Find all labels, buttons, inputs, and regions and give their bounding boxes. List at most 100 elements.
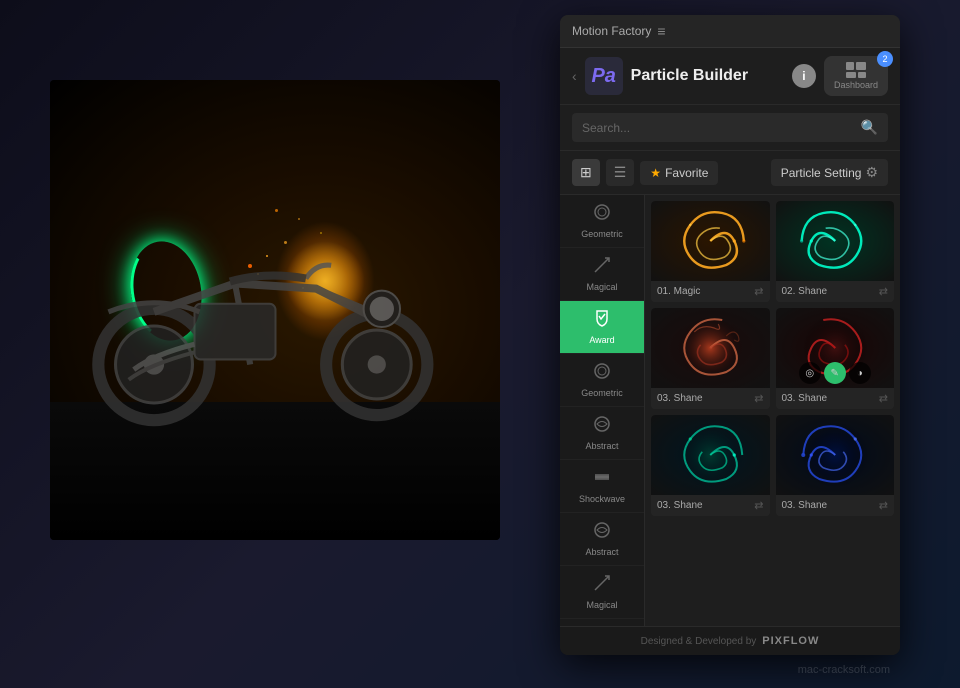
grid-item-01[interactable]: 01. Magic ⇄ bbox=[651, 201, 770, 302]
transfer-icon-03b: ⇄ bbox=[879, 392, 888, 405]
grid-label-03d: 03. Shane bbox=[782, 500, 828, 511]
sidebar-item-geometric-3[interactable]: Geometric bbox=[560, 619, 644, 626]
sidebar-label-geometric-1: Geometric bbox=[581, 229, 623, 239]
sidebar-item-award[interactable]: Award bbox=[560, 301, 644, 354]
thumb-ctrl-brush[interactable]: ✎ bbox=[824, 362, 846, 384]
grid-footer-01: 01. Magic ⇄ bbox=[651, 281, 770, 302]
footer-brand: PIXFLOW bbox=[762, 635, 819, 647]
transfer-icon-03d: ⇄ bbox=[879, 499, 888, 512]
list-icon: ☰ bbox=[614, 164, 627, 181]
particle-grid: 01. Magic ⇄ bbox=[645, 195, 900, 626]
footer-designed-text: Designed & Developed by bbox=[641, 636, 757, 647]
panel-title: Particle Builder bbox=[631, 67, 784, 85]
award-icon bbox=[593, 309, 611, 332]
favorite-button[interactable]: ★ Favorite bbox=[640, 161, 718, 185]
thumb-ctrl-target[interactable]: ◎ bbox=[799, 362, 821, 384]
geometric-icon-1 bbox=[593, 203, 611, 226]
particle-setting-label: Particle Setting bbox=[781, 166, 862, 180]
geometric-icon-2 bbox=[593, 362, 611, 385]
panel-footer: Designed & Developed by PIXFLOW bbox=[560, 626, 900, 655]
category-sidebar: Geometric Magical Award Ge bbox=[560, 195, 645, 626]
grid-footer-03c: 03. Shane ⇄ bbox=[651, 495, 770, 516]
panel-nav: ‹ Pa Particle Builder i 2 Dashboard bbox=[560, 48, 900, 105]
spiral-svg-03a bbox=[651, 308, 770, 388]
sidebar-label-shockwave-1: Shockwave bbox=[579, 494, 625, 504]
thumb-ctrl-dark[interactable]: ◑ bbox=[849, 362, 871, 384]
search-row: Search... 🔍 bbox=[560, 105, 900, 151]
menu-icon[interactable]: ≡ bbox=[657, 23, 665, 39]
magical-icon-2 bbox=[593, 574, 611, 597]
brand-text: Motion Factory bbox=[572, 24, 651, 38]
list-view-button[interactable]: ☰ bbox=[606, 159, 635, 186]
grid-footer-03b: 03. Shane ⇄ bbox=[776, 388, 895, 409]
search-box[interactable]: Search... 🔍 bbox=[572, 113, 888, 142]
spiral-svg-03c bbox=[651, 415, 770, 495]
particle-setting-button[interactable]: Particle Setting ⚙ bbox=[771, 159, 888, 186]
shockwave-icon-1 bbox=[593, 468, 611, 491]
grid-footer-03d: 03. Shane ⇄ bbox=[776, 495, 895, 516]
dashboard-button[interactable]: 2 Dashboard bbox=[824, 56, 888, 96]
sidebar-label-abstract-1: Abstract bbox=[585, 441, 618, 451]
grid-footer-03a: 03. Shane ⇄ bbox=[651, 388, 770, 409]
abstract-icon-1 bbox=[593, 415, 611, 438]
sidebar-label-geometric-2: Geometric bbox=[581, 388, 623, 398]
magical-icon-1 bbox=[593, 256, 611, 279]
grid-view-button[interactable]: ⊞ bbox=[572, 159, 600, 186]
spiral-svg-01 bbox=[651, 201, 770, 281]
search-icon: 🔍 bbox=[861, 119, 878, 136]
thumb-controls: ◎ ✎ ◑ bbox=[799, 362, 871, 384]
grid-label-03c: 03. Shane bbox=[657, 500, 703, 511]
sidebar-item-abstract-1[interactable]: Abstract bbox=[560, 407, 644, 460]
wrench-icon: ⚙ bbox=[865, 164, 878, 181]
favorite-label: Favorite bbox=[665, 166, 708, 180]
info-button[interactable]: i bbox=[792, 64, 816, 88]
sidebar-item-geometric-2[interactable]: Geometric bbox=[560, 354, 644, 407]
thumb-03a bbox=[651, 308, 770, 388]
star-icon: ★ bbox=[650, 166, 661, 180]
sidebar-item-geometric-1[interactable]: Geometric bbox=[560, 195, 644, 248]
sidebar-item-shockwave-1[interactable]: Shockwave bbox=[560, 460, 644, 513]
grid-item-03a[interactable]: 03. Shane ⇄ bbox=[651, 308, 770, 409]
grid-footer-02: 02. Shane ⇄ bbox=[776, 281, 895, 302]
abstract-icon-2 bbox=[593, 521, 611, 544]
sidebar-item-magical-2[interactable]: Magical bbox=[560, 566, 644, 619]
grid-item-03b[interactable]: ◎ ✎ ◑ 03. Shane ⇄ bbox=[776, 308, 895, 409]
sidebar-label-magical-2: Magical bbox=[586, 600, 617, 610]
moto-svg bbox=[73, 209, 478, 439]
search-placeholder[interactable]: Search... bbox=[582, 121, 855, 135]
sidebar-item-abstract-2[interactable]: Abstract bbox=[560, 513, 644, 566]
sidebar-label-magical-1: Magical bbox=[586, 282, 617, 292]
thumb-03b: ◎ ✎ ◑ bbox=[776, 308, 895, 388]
grid-label-01: 01. Magic bbox=[657, 286, 700, 297]
view-filter-row: ⊞ ☰ ★ Favorite Particle Setting ⚙ bbox=[560, 151, 900, 195]
transfer-icon-02: ⇄ bbox=[879, 285, 888, 298]
grid-container: 01. Magic ⇄ bbox=[651, 201, 894, 516]
grid-item-03c[interactable]: 03. Shane ⇄ bbox=[651, 415, 770, 516]
grid-label-03a: 03. Shane bbox=[657, 393, 703, 404]
sidebar-label-award: Award bbox=[589, 335, 614, 345]
transfer-icon-03a: ⇄ bbox=[754, 392, 763, 405]
pa-logo: Pa bbox=[585, 57, 623, 95]
grid-label-02: 02. Shane bbox=[782, 286, 828, 297]
transfer-icon-03c: ⇄ bbox=[754, 499, 763, 512]
hero-image bbox=[50, 80, 500, 540]
grid-label-03b: 03. Shane bbox=[782, 393, 828, 404]
thumb-03c bbox=[651, 415, 770, 495]
main-content: Geometric Magical Award Ge bbox=[560, 195, 900, 626]
spiral-svg-03d bbox=[776, 415, 895, 495]
grid-item-02[interactable]: 02. Shane ⇄ bbox=[776, 201, 895, 302]
thumb-01 bbox=[651, 201, 770, 281]
dashboard-badge: 2 bbox=[877, 51, 893, 67]
grid-item-03d[interactable]: 03. Shane ⇄ bbox=[776, 415, 895, 516]
spiral-svg-02 bbox=[776, 201, 895, 281]
dashboard-icon bbox=[846, 62, 866, 78]
watermark: mac-cracksoft.com bbox=[798, 664, 890, 676]
chevron-left-icon[interactable]: ‹ bbox=[572, 68, 577, 84]
thumb-02 bbox=[776, 201, 895, 281]
sidebar-item-magical-1[interactable]: Magical bbox=[560, 248, 644, 301]
grid-icon: ⊞ bbox=[580, 164, 592, 181]
thumb-03d bbox=[776, 415, 895, 495]
transfer-icon-01: ⇄ bbox=[754, 285, 763, 298]
panel: Motion Factory ≡ ‹ Pa Particle Builder i… bbox=[560, 15, 900, 655]
panel-brand-area: Motion Factory ≡ bbox=[572, 23, 666, 39]
